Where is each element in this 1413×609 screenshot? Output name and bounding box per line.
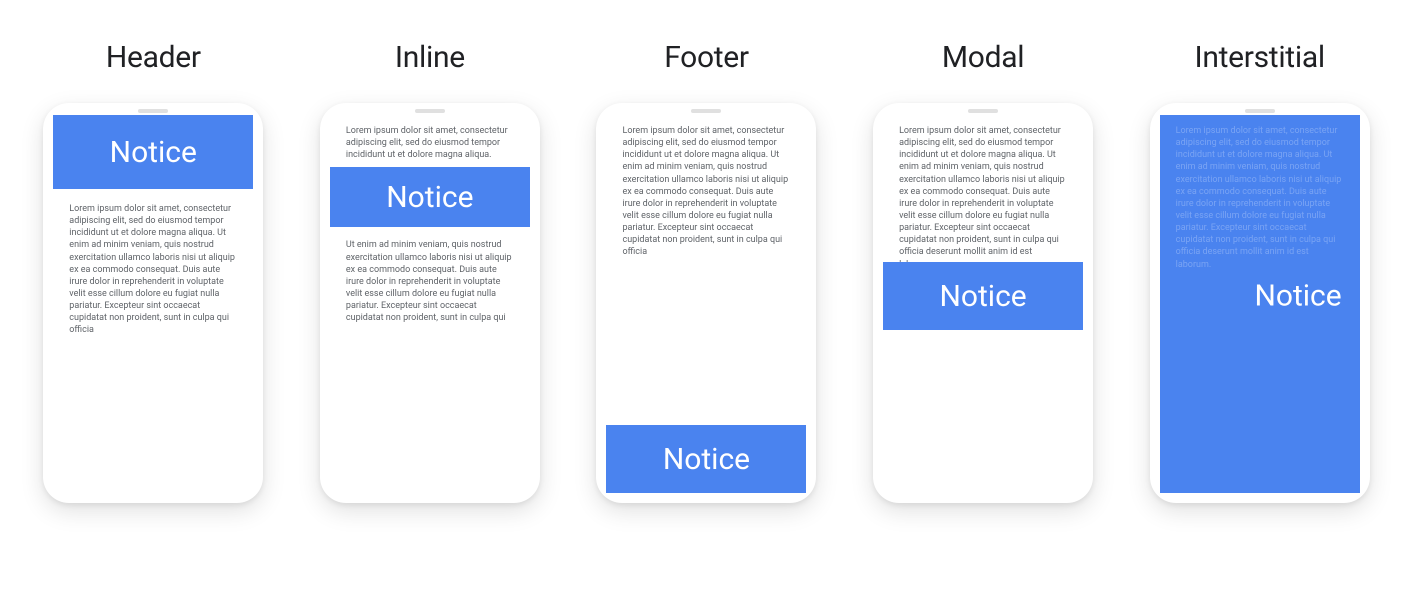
variant-title: Interstitial bbox=[1195, 40, 1325, 75]
phone-frame: Lorem ipsum dolor sit amet, consectetur … bbox=[320, 103, 540, 503]
phone-frame: Lorem ipsum dolor sit amet, consectetur … bbox=[873, 103, 1093, 503]
body-text: Lorem ipsum dolor sit amet, consectetur … bbox=[53, 193, 253, 341]
body-text: Lorem ipsum dolor sit amet, consectetur … bbox=[606, 115, 806, 263]
variants-row: Header Notice Lorem ipsum dolor sit amet… bbox=[30, 40, 1383, 503]
phone-screen: Lorem ipsum dolor sit amet, consectetur … bbox=[606, 115, 806, 493]
variant-title: Header bbox=[106, 40, 201, 75]
variant-header: Header Notice Lorem ipsum dolor sit amet… bbox=[30, 40, 277, 503]
phone-frame: Notice Lorem ipsum dolor sit amet, conse… bbox=[43, 103, 263, 503]
body-text-bottom: Ut enim ad minim veniam, quis nostrud ex… bbox=[330, 229, 530, 328]
inline-notice: Notice bbox=[330, 167, 530, 227]
phone-frame: Lorem ipsum dolor sit amet, consectetur … bbox=[1150, 103, 1370, 503]
body-text: Lorem ipsum dolor sit amet, consectetur … bbox=[1160, 115, 1360, 275]
body-text-top: Lorem ipsum dolor sit amet, consectetur … bbox=[330, 115, 530, 165]
body-text: Lorem ipsum dolor sit amet, consectetur … bbox=[883, 115, 1083, 275]
phone-screen: Lorem ipsum dolor sit amet, consectetur … bbox=[1160, 115, 1360, 493]
variant-inline: Inline Lorem ipsum dolor sit amet, conse… bbox=[307, 40, 554, 503]
variant-footer: Footer Lorem ipsum dolor sit amet, conse… bbox=[583, 40, 830, 503]
variant-title: Inline bbox=[395, 40, 465, 75]
footer-notice: Notice bbox=[606, 425, 806, 493]
phone-frame: Lorem ipsum dolor sit amet, consectetur … bbox=[596, 103, 816, 503]
phone-screen: Lorem ipsum dolor sit amet, consectetur … bbox=[330, 115, 530, 493]
phone-screen: Notice Lorem ipsum dolor sit amet, conse… bbox=[53, 115, 253, 493]
variant-title: Footer bbox=[664, 40, 749, 75]
variant-title: Modal bbox=[942, 40, 1024, 75]
variant-interstitial: Interstitial Lorem ipsum dolor sit amet,… bbox=[1136, 40, 1383, 503]
header-notice: Notice bbox=[53, 115, 253, 189]
modal-notice: Notice bbox=[883, 262, 1083, 330]
interstitial-notice: Notice bbox=[1254, 279, 1341, 314]
variant-modal: Modal Lorem ipsum dolor sit amet, consec… bbox=[860, 40, 1107, 503]
phone-screen: Lorem ipsum dolor sit amet, consectetur … bbox=[883, 115, 1083, 493]
